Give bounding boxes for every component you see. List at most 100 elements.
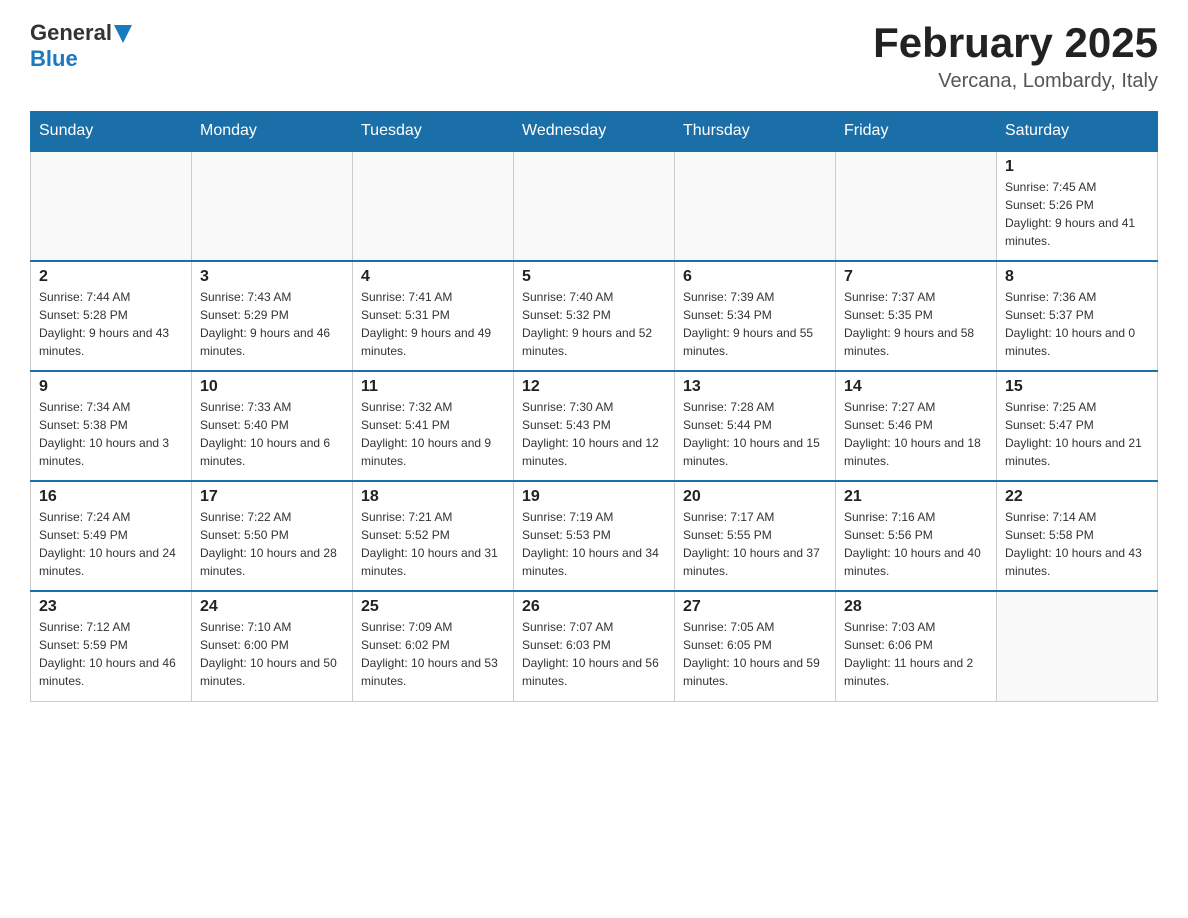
week-row-3: 9Sunrise: 7:34 AMSunset: 5:38 PMDaylight…: [31, 371, 1158, 481]
day-number: 6: [683, 268, 827, 286]
logo: General Blue: [30, 20, 132, 72]
calendar-cell: 1 Sunrise: 7:45 AMSunset: 5:26 PMDaylight…: [997, 151, 1158, 261]
calendar-cell: 6 Sunrise: 7:39 AMSunset: 5:34 PMDaylight…: [675, 261, 836, 371]
calendar-cell: 22 Sunrise: 7:14 AMSunset: 5:58 PMDayligh…: [997, 481, 1158, 591]
calendar-cell: 7 Sunrise: 7:37 AMSunset: 5:35 PMDaylight…: [836, 261, 997, 371]
day-info: Sunrise: 7:03 AMSunset: 6:06 PMDaylight:…: [844, 618, 988, 690]
day-number: 25: [361, 598, 505, 616]
calendar-cell: 23 Sunrise: 7:12 AMSunset: 5:59 PMDayligh…: [31, 591, 192, 701]
week-row-1: 1 Sunrise: 7:45 AMSunset: 5:26 PMDaylight…: [31, 151, 1158, 261]
day-info: Sunrise: 7:45 AMSunset: 5:26 PMDaylight:…: [1005, 178, 1149, 250]
day-info: Sunrise: 7:37 AMSunset: 5:35 PMDaylight:…: [844, 288, 988, 360]
calendar-cell: 20 Sunrise: 7:17 AMSunset: 5:55 PMDayligh…: [675, 481, 836, 591]
calendar-cell: 8 Sunrise: 7:36 AMSunset: 5:37 PMDaylight…: [997, 261, 1158, 371]
logo-general-text: General: [30, 20, 112, 46]
day-number: 14: [844, 378, 988, 396]
day-number: 3: [200, 268, 344, 286]
day-number: 5: [522, 268, 666, 286]
column-header-tuesday: Tuesday: [353, 112, 514, 152]
day-number: 2: [39, 268, 183, 286]
day-number: 22: [1005, 488, 1149, 506]
calendar-table: SundayMondayTuesdayWednesdayThursdayFrid…: [30, 111, 1158, 702]
day-info: Sunrise: 7:17 AMSunset: 5:55 PMDaylight:…: [683, 508, 827, 580]
calendar-cell: 25 Sunrise: 7:09 AMSunset: 6:02 PMDayligh…: [353, 591, 514, 701]
day-info: Sunrise: 7:07 AMSunset: 6:03 PMDaylight:…: [522, 618, 666, 690]
day-info: Sunrise: 7:05 AMSunset: 6:05 PMDaylight:…: [683, 618, 827, 690]
calendar-cell: [353, 151, 514, 261]
day-number: 28: [844, 598, 988, 616]
calendar-cell: 15 Sunrise: 7:25 AMSunset: 5:47 PMDayligh…: [997, 371, 1158, 481]
day-info: Sunrise: 7:14 AMSunset: 5:58 PMDaylight:…: [1005, 508, 1149, 580]
page-header: General Blue February 2025 Vercana, Lomb…: [30, 20, 1158, 93]
month-title: February 2025: [873, 20, 1158, 66]
day-number: 23: [39, 598, 183, 616]
day-number: 15: [1005, 378, 1149, 396]
calendar-cell: 13 Sunrise: 7:28 AMSunset: 5:44 PMDayligh…: [675, 371, 836, 481]
column-header-saturday: Saturday: [997, 112, 1158, 152]
day-number: 19: [522, 488, 666, 506]
day-number: 12: [522, 378, 666, 396]
day-info: Sunrise: 7:10 AMSunset: 6:00 PMDaylight:…: [200, 618, 344, 690]
day-info: Sunrise: 7:34 AMSunset: 5:38 PMDaylight:…: [39, 398, 183, 470]
calendar-cell: 14Sunrise: 7:27 AMSunset: 5:46 PMDayligh…: [836, 371, 997, 481]
day-info: Sunrise: 7:39 AMSunset: 5:34 PMDaylight:…: [683, 288, 827, 360]
calendar-cell: 26 Sunrise: 7:07 AMSunset: 6:03 PMDayligh…: [514, 591, 675, 701]
day-number: 20: [683, 488, 827, 506]
day-number: 13: [683, 378, 827, 396]
week-row-4: 16 Sunrise: 7:24 AMSunset: 5:49 PMDayligh…: [31, 481, 1158, 591]
day-number: 4: [361, 268, 505, 286]
day-info: Sunrise: 7:24 AMSunset: 5:49 PMDaylight:…: [39, 508, 183, 580]
calendar-cell: 27 Sunrise: 7:05 AMSunset: 6:05 PMDayligh…: [675, 591, 836, 701]
week-row-5: 23 Sunrise: 7:12 AMSunset: 5:59 PMDayligh…: [31, 591, 1158, 701]
calendar-cell: 12 Sunrise: 7:30 AMSunset: 5:43 PMDayligh…: [514, 371, 675, 481]
day-number: 11: [361, 378, 505, 396]
calendar-cell: [192, 151, 353, 261]
day-number: 7: [844, 268, 988, 286]
day-info: Sunrise: 7:40 AMSunset: 5:32 PMDaylight:…: [522, 288, 666, 360]
calendar-cell: [675, 151, 836, 261]
day-info: Sunrise: 7:28 AMSunset: 5:44 PMDaylight:…: [683, 398, 827, 470]
calendar-cell: 3 Sunrise: 7:43 AMSunset: 5:29 PMDaylight…: [192, 261, 353, 371]
day-number: 17: [200, 488, 344, 506]
calendar-cell: 19 Sunrise: 7:19 AMSunset: 5:53 PMDayligh…: [514, 481, 675, 591]
column-header-monday: Monday: [192, 112, 353, 152]
day-info: Sunrise: 7:16 AMSunset: 5:56 PMDaylight:…: [844, 508, 988, 580]
day-info: Sunrise: 7:43 AMSunset: 5:29 PMDaylight:…: [200, 288, 344, 360]
column-header-wednesday: Wednesday: [514, 112, 675, 152]
day-info: Sunrise: 7:30 AMSunset: 5:43 PMDaylight:…: [522, 398, 666, 470]
day-info: Sunrise: 7:44 AMSunset: 5:28 PMDaylight:…: [39, 288, 183, 360]
calendar-cell: 17 Sunrise: 7:22 AMSunset: 5:50 PMDayligh…: [192, 481, 353, 591]
calendar-cell: 10 Sunrise: 7:33 AMSunset: 5:40 PMDayligh…: [192, 371, 353, 481]
day-info: Sunrise: 7:21 AMSunset: 5:52 PMDaylight:…: [361, 508, 505, 580]
day-info: Sunrise: 7:09 AMSunset: 6:02 PMDaylight:…: [361, 618, 505, 690]
day-info: Sunrise: 7:19 AMSunset: 5:53 PMDaylight:…: [522, 508, 666, 580]
logo-triangle-icon: [114, 25, 132, 43]
day-number: 16: [39, 488, 183, 506]
day-number: 10: [200, 378, 344, 396]
calendar-cell: 2 Sunrise: 7:44 AMSunset: 5:28 PMDaylight…: [31, 261, 192, 371]
logo-blue-text: Blue: [30, 46, 132, 72]
calendar-cell: [836, 151, 997, 261]
day-number: 27: [683, 598, 827, 616]
day-number: 1: [1005, 158, 1149, 176]
day-info: Sunrise: 7:41 AMSunset: 5:31 PMDaylight:…: [361, 288, 505, 360]
column-header-thursday: Thursday: [675, 112, 836, 152]
day-info: Sunrise: 7:33 AMSunset: 5:40 PMDaylight:…: [200, 398, 344, 470]
day-number: 26: [522, 598, 666, 616]
calendar-cell: [514, 151, 675, 261]
calendar-cell: 11 Sunrise: 7:32 AMSunset: 5:41 PMDayligh…: [353, 371, 514, 481]
calendar-cell: 5 Sunrise: 7:40 AMSunset: 5:32 PMDaylight…: [514, 261, 675, 371]
day-number: 18: [361, 488, 505, 506]
calendar-cell: 9Sunrise: 7:34 AMSunset: 5:38 PMDaylight…: [31, 371, 192, 481]
day-info: Sunrise: 7:25 AMSunset: 5:47 PMDaylight:…: [1005, 398, 1149, 470]
column-header-friday: Friday: [836, 112, 997, 152]
calendar-header-row: SundayMondayTuesdayWednesdayThursdayFrid…: [31, 112, 1158, 152]
day-info: Sunrise: 7:32 AMSunset: 5:41 PMDaylight:…: [361, 398, 505, 470]
day-info: Sunrise: 7:12 AMSunset: 5:59 PMDaylight:…: [39, 618, 183, 690]
calendar-cell: 4 Sunrise: 7:41 AMSunset: 5:31 PMDaylight…: [353, 261, 514, 371]
day-number: 24: [200, 598, 344, 616]
day-info: Sunrise: 7:22 AMSunset: 5:50 PMDaylight:…: [200, 508, 344, 580]
day-info: Sunrise: 7:36 AMSunset: 5:37 PMDaylight:…: [1005, 288, 1149, 360]
calendar-cell: 24 Sunrise: 7:10 AMSunset: 6:00 PMDayligh…: [192, 591, 353, 701]
day-number: 8: [1005, 268, 1149, 286]
